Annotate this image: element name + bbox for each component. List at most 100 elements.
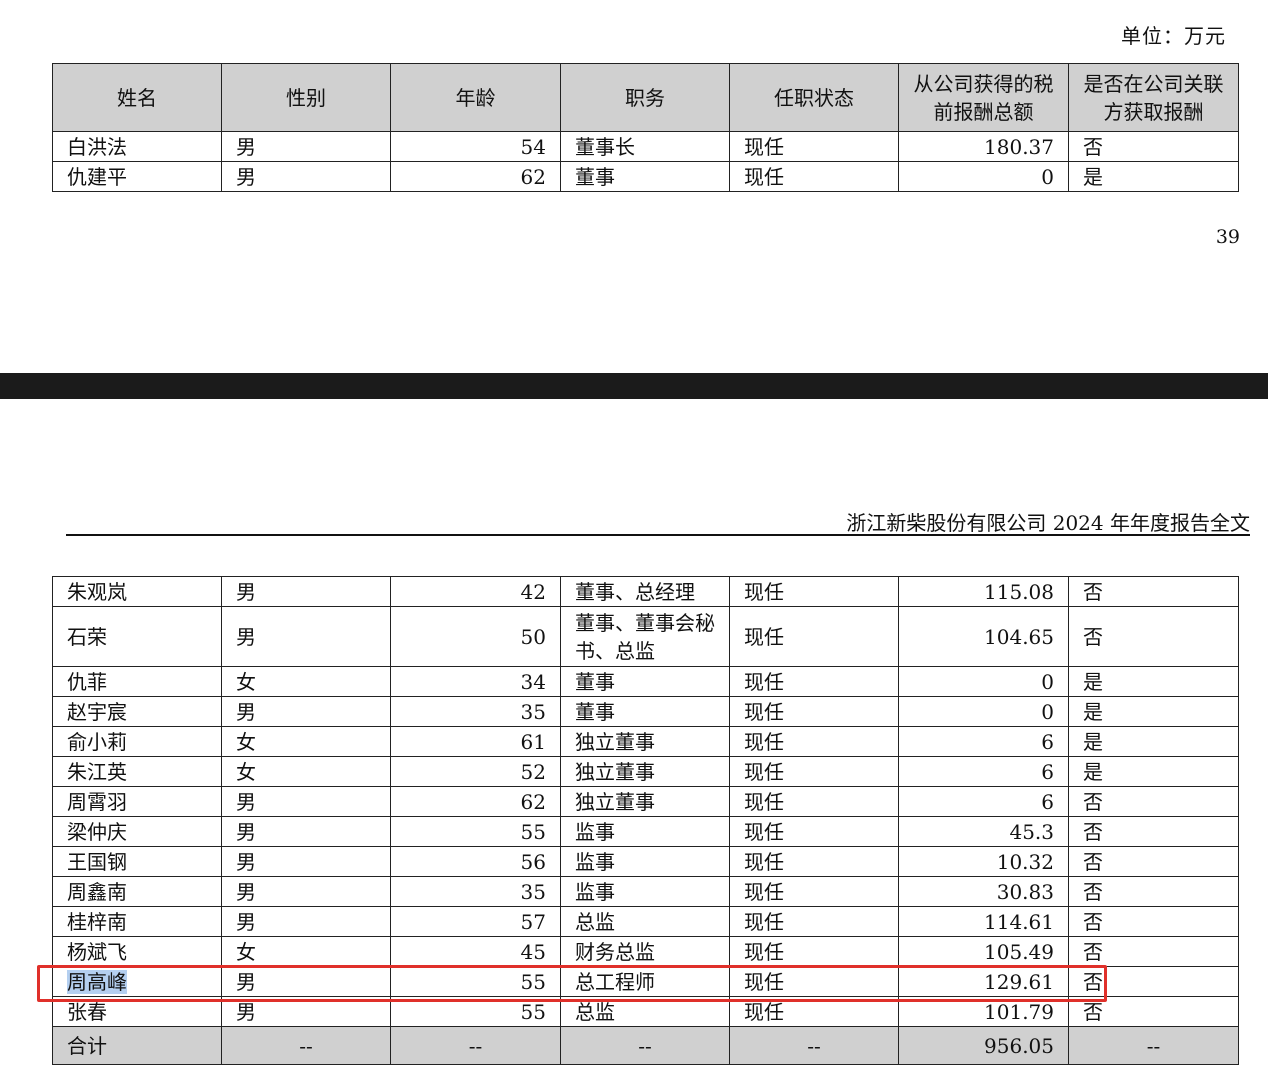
- cell-gender: 女: [221, 726, 391, 757]
- cell-name: 朱观岚: [52, 576, 222, 607]
- total-placeholder: --: [729, 1026, 899, 1065]
- table-row: 王国钢 男 56 监事 现任 10.32 否: [52, 846, 1239, 877]
- table-row: 仇建平 男 62 董事 现任 0 是: [52, 161, 1239, 192]
- header-age: 年龄: [390, 63, 561, 132]
- table-row: 朱江英 女 52 独立董事 现任 6 是: [52, 756, 1239, 787]
- cell-related: 是: [1068, 696, 1239, 727]
- cell-name: 杨斌飞: [52, 936, 222, 967]
- cell-age: 35: [390, 696, 561, 727]
- cell-gender: 男: [221, 606, 391, 667]
- cell-gender: 男: [221, 846, 391, 877]
- table-row: 周霄羽 男 62 独立董事 现任 6 否: [52, 786, 1239, 817]
- table-row: 桂梓南 男 57 总监 现任 114.61 否: [52, 906, 1239, 937]
- cell-position: 董事、总经理: [560, 576, 730, 607]
- cell-related: 否: [1068, 576, 1239, 607]
- cell-status: 现任: [729, 936, 899, 967]
- total-placeholder: --: [221, 1026, 391, 1065]
- cell-pay: 0: [898, 666, 1069, 697]
- cell-related: 否: [1068, 936, 1239, 967]
- cell-gender: 男: [221, 906, 391, 937]
- cell-name: 梁仲庆: [52, 816, 222, 847]
- cell-name: 仇菲: [52, 666, 222, 697]
- cell-status: 现任: [729, 131, 899, 162]
- cell-pay: 10.32: [898, 846, 1069, 877]
- cell-position: 监事: [560, 876, 730, 907]
- cell-pay: 180.37: [898, 131, 1069, 162]
- cell-position: 总监: [560, 906, 730, 937]
- header-status: 任职状态: [729, 63, 899, 132]
- cell-related: 否: [1068, 906, 1239, 937]
- cell-status: 现任: [729, 576, 899, 607]
- table-row: 仇菲 女 34 董事 现任 0 是: [52, 666, 1239, 697]
- table-row: 朱观岚 男 42 董事、总经理 现任 115.08 否: [52, 576, 1239, 607]
- cell-position: 董事: [560, 696, 730, 727]
- cell-position: 财务总监: [560, 936, 730, 967]
- cell-gender: 男: [221, 786, 391, 817]
- cell-age: 57: [390, 906, 561, 937]
- page-break-divider: [0, 373, 1268, 399]
- table-row: 周鑫南 男 35 监事 现任 30.83 否: [52, 876, 1239, 907]
- cell-age: 35: [390, 876, 561, 907]
- cell-status: 现任: [729, 876, 899, 907]
- cell-related: 否: [1068, 786, 1239, 817]
- cell-gender: 男: [221, 131, 391, 162]
- header-position: 职务: [560, 63, 730, 132]
- cell-pay: 45.3: [898, 816, 1069, 847]
- cell-name: 赵宇宸: [52, 696, 222, 727]
- cell-status: 现任: [729, 846, 899, 877]
- cell-related: 否: [1068, 876, 1239, 907]
- cell-name: 王国钢: [52, 846, 222, 877]
- table-row: 俞小莉 女 61 独立董事 现任 6 是: [52, 726, 1239, 757]
- table-row: 梁仲庆 男 55 监事 现任 45.3 否: [52, 816, 1239, 847]
- table-row: 杨斌飞 女 45 财务总监 现任 105.49 否: [52, 936, 1239, 967]
- compensation-table-page1: 姓名 性别 年龄 职务 任职状态 从公司获得的税前报酬总额 是否在公司关联方获取…: [52, 63, 1239, 192]
- table-row: 石荣 男 50 董事、董事会秘书、总监 现任 104.65 否: [52, 606, 1239, 667]
- cell-gender: 男: [221, 876, 391, 907]
- cell-pay: 0: [898, 161, 1069, 192]
- cell-age: 34: [390, 666, 561, 697]
- highlight-box: [37, 965, 1107, 1002]
- cell-pay: 114.61: [898, 906, 1069, 937]
- cell-name: 桂梓南: [52, 906, 222, 937]
- unit-label: 单位：万元: [1121, 24, 1226, 48]
- total-row: 合计 -- -- -- -- 956.05 --: [52, 1026, 1239, 1065]
- cell-name: 仇建平: [52, 161, 222, 192]
- cell-position: 监事: [560, 846, 730, 877]
- table-row: 白洪法 男 54 董事长 现任 180.37 否: [52, 131, 1239, 162]
- cell-related: 是: [1068, 756, 1239, 787]
- total-placeholder: --: [1068, 1026, 1239, 1065]
- table-header-row: 姓名 性别 年龄 职务 任职状态 从公司获得的税前报酬总额 是否在公司关联方获取…: [52, 63, 1239, 132]
- cell-name: 周霄羽: [52, 786, 222, 817]
- cell-position: 独立董事: [560, 756, 730, 787]
- cell-position: 董事: [560, 161, 730, 192]
- cell-related: 否: [1068, 846, 1239, 877]
- cell-status: 现任: [729, 161, 899, 192]
- cell-related: 否: [1068, 131, 1239, 162]
- cell-gender: 女: [221, 666, 391, 697]
- cell-position: 董事、董事会秘书、总监: [560, 606, 730, 667]
- cell-pay: 104.65: [898, 606, 1069, 667]
- cell-status: 现任: [729, 906, 899, 937]
- cell-status: 现任: [729, 756, 899, 787]
- cell-age: 42: [390, 576, 561, 607]
- cell-related: 是: [1068, 666, 1239, 697]
- cell-age: 55: [390, 816, 561, 847]
- cell-age: 61: [390, 726, 561, 757]
- cell-gender: 男: [221, 161, 391, 192]
- header-related-pay: 是否在公司关联方获取报酬: [1068, 63, 1239, 132]
- cell-related: 否: [1068, 816, 1239, 847]
- cell-gender: 男: [221, 576, 391, 607]
- page-number: 39: [1215, 226, 1240, 248]
- cell-pay: 6: [898, 726, 1069, 757]
- cell-gender: 男: [221, 696, 391, 727]
- total-placeholder: --: [560, 1026, 730, 1065]
- cell-position: 监事: [560, 816, 730, 847]
- cell-age: 52: [390, 756, 561, 787]
- cell-age: 62: [390, 786, 561, 817]
- cell-gender: 男: [221, 816, 391, 847]
- cell-related: 是: [1068, 726, 1239, 757]
- cell-position: 董事长: [560, 131, 730, 162]
- cell-name: 石荣: [52, 606, 222, 667]
- cell-status: 现任: [729, 666, 899, 697]
- cell-gender: 女: [221, 936, 391, 967]
